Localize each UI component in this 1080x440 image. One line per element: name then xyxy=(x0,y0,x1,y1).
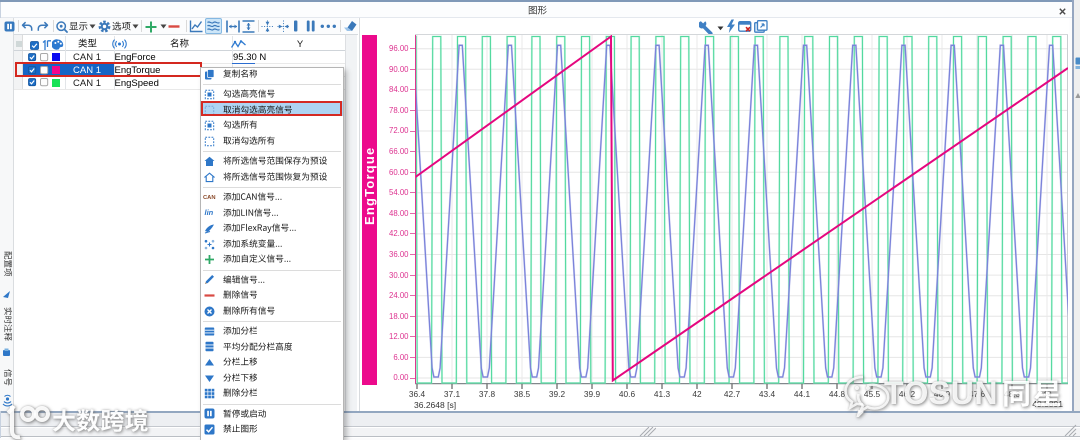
svg-text:CAN: CAN xyxy=(203,195,216,200)
svg-text:lin: lin xyxy=(204,208,213,217)
